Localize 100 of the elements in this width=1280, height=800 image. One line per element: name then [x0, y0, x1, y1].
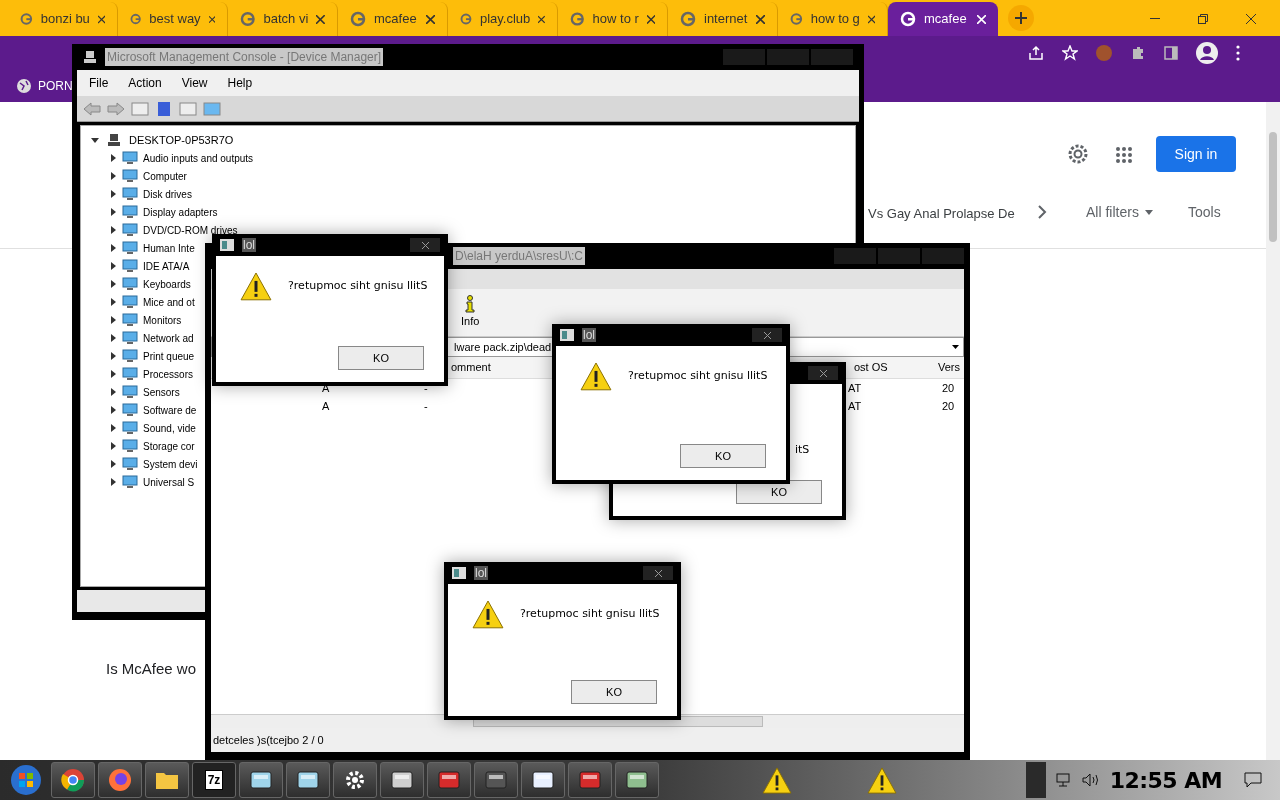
- collapsed-arrow-icon[interactable]: [109, 244, 117, 252]
- app-button[interactable]: [286, 762, 330, 798]
- close-button[interactable]: [643, 566, 673, 580]
- result-question[interactable]: Is McAfee wo: [106, 658, 197, 681]
- tools-button[interactable]: Tools: [1188, 202, 1221, 223]
- tree-item[interactable]: Human Inte: [143, 240, 195, 256]
- tree-item[interactable]: Processors: [143, 366, 193, 382]
- close-icon[interactable]: [538, 14, 545, 24]
- app-button[interactable]: [239, 762, 283, 798]
- apps-grid-icon[interactable]: [1115, 146, 1133, 164]
- new-tab-button[interactable]: [1008, 5, 1034, 31]
- fox-browser-button[interactable]: [98, 762, 142, 798]
- side-panel-icon[interactable]: [1164, 46, 1178, 60]
- browser-button[interactable]: [51, 762, 95, 798]
- toolbox-button[interactable]: [427, 762, 471, 798]
- menu-item[interactable]: File: [89, 74, 109, 92]
- profile-icon[interactable]: [1196, 42, 1218, 64]
- tree-item[interactable]: Sound, vide: [143, 420, 196, 436]
- menu-item[interactable]: View: [181, 74, 208, 92]
- app-button[interactable]: [380, 762, 424, 798]
- close-button[interactable]: [808, 366, 838, 380]
- network-icon[interactable]: [1055, 773, 1072, 787]
- collapsed-arrow-icon[interactable]: [109, 172, 117, 180]
- tree-item[interactable]: System devi: [143, 456, 198, 472]
- collapsed-arrow-icon[interactable]: [109, 388, 117, 396]
- menu-item[interactable]: Help: [227, 74, 253, 92]
- clock[interactable]: 12:55 AM: [1109, 763, 1222, 797]
- close-icon[interactable]: [208, 14, 215, 24]
- menu-icon[interactable]: [1236, 45, 1240, 61]
- app-button[interactable]: [521, 762, 565, 798]
- collapsed-arrow-icon[interactable]: [109, 442, 117, 450]
- dialog-button[interactable]: KO: [571, 680, 657, 704]
- scrollbar[interactable]: [1266, 102, 1280, 760]
- collapsed-arrow-icon[interactable]: [109, 154, 117, 162]
- share-icon[interactable]: [1028, 45, 1044, 61]
- tree-item[interactable]: Mice and ot: [143, 294, 195, 310]
- tree-item[interactable]: Network ad: [143, 330, 194, 346]
- restore-icon[interactable]: [1198, 14, 1208, 24]
- close-icon[interactable]: [1246, 14, 1256, 24]
- dialog-button[interactable]: KO: [680, 444, 766, 468]
- all-filters-button[interactable]: All filters: [1086, 202, 1153, 223]
- expanded-arrow-icon[interactable]: [91, 136, 99, 144]
- tree-item[interactable]: DESKTOP-0P53R7O: [129, 131, 234, 149]
- collapsed-arrow-icon[interactable]: [109, 334, 117, 342]
- help-icon[interactable]: [155, 100, 173, 117]
- tree-item[interactable]: Storage cor: [143, 438, 195, 454]
- settings-icon[interactable]: [1067, 143, 1089, 165]
- archiver-button[interactable]: 7z: [192, 762, 236, 798]
- collapsed-arrow-icon[interactable]: [109, 370, 117, 378]
- dialog-button[interactable]: KO: [736, 480, 822, 504]
- folder-button[interactable]: [145, 762, 189, 798]
- close-button[interactable]: [752, 328, 782, 342]
- collapsed-arrow-icon[interactable]: [109, 424, 117, 432]
- app-button[interactable]: [474, 762, 518, 798]
- close-button[interactable]: [410, 238, 440, 252]
- tree-item[interactable]: Computer: [143, 168, 187, 184]
- browser-tab[interactable]: mcafee: [888, 2, 998, 36]
- speaker-icon[interactable]: [1081, 773, 1100, 787]
- tree-item[interactable]: Keyboards: [143, 276, 191, 292]
- close-icon[interactable]: [426, 14, 435, 24]
- column-header[interactable]: Vers: [938, 359, 962, 376]
- collapsed-arrow-icon[interactable]: [109, 316, 117, 324]
- close-icon[interactable]: [97, 14, 105, 24]
- collapsed-arrow-icon[interactable]: [109, 208, 117, 216]
- collapsed-arrow-icon[interactable]: [109, 478, 117, 486]
- tree-item[interactable]: Sensors: [143, 384, 180, 400]
- tree-item[interactable]: IDE ATA/A: [143, 258, 190, 274]
- collapsed-arrow-icon[interactable]: [109, 190, 117, 198]
- dialog-button[interactable]: KO: [338, 346, 424, 370]
- puzzle-icon[interactable]: [1130, 45, 1146, 61]
- column-header[interactable]: omment: [451, 359, 546, 376]
- close-icon[interactable]: [316, 14, 325, 24]
- show-desktop-button[interactable]: [1025, 762, 1046, 798]
- tree-item[interactable]: Print queue: [143, 348, 195, 364]
- collapsed-arrow-icon[interactable]: [109, 280, 117, 288]
- collapsed-arrow-icon[interactable]: [109, 406, 117, 414]
- tree-item[interactable]: DVD/CD-ROM drives: [143, 222, 238, 238]
- menu-item[interactable]: Action: [128, 74, 162, 92]
- star-icon[interactable]: [1062, 45, 1078, 61]
- column-header[interactable]: ost OS: [850, 359, 938, 376]
- collapsed-arrow-icon[interactable]: [109, 460, 117, 468]
- toolbox-button[interactable]: [568, 762, 612, 798]
- tree-item[interactable]: Display adapters: [143, 204, 218, 220]
- notification-icon[interactable]: [1244, 772, 1262, 788]
- tree-item[interactable]: Monitors: [143, 312, 182, 328]
- collapsed-arrow-icon[interactable]: [109, 298, 117, 306]
- collapsed-arrow-icon[interactable]: [109, 262, 117, 270]
- tree-item[interactable]: Audio inputs and outputs: [143, 150, 254, 166]
- close-icon[interactable]: [756, 14, 765, 24]
- sign-in-button[interactable]: Sign in: [1156, 136, 1236, 172]
- toolbar-button[interactable]: Info: [461, 295, 480, 330]
- close-icon[interactable]: [867, 14, 875, 24]
- app-button[interactable]: [615, 762, 659, 798]
- minimize-icon[interactable]: [1150, 18, 1160, 20]
- dropdown-arrow-icon[interactable]: [952, 345, 959, 349]
- tree-item[interactable]: Disk drives: [143, 186, 192, 202]
- settings-button[interactable]: [333, 762, 377, 798]
- tree-item[interactable]: Software de: [143, 402, 197, 418]
- collapsed-arrow-icon[interactable]: [109, 352, 117, 360]
- tree-item[interactable]: Universal S: [143, 474, 195, 490]
